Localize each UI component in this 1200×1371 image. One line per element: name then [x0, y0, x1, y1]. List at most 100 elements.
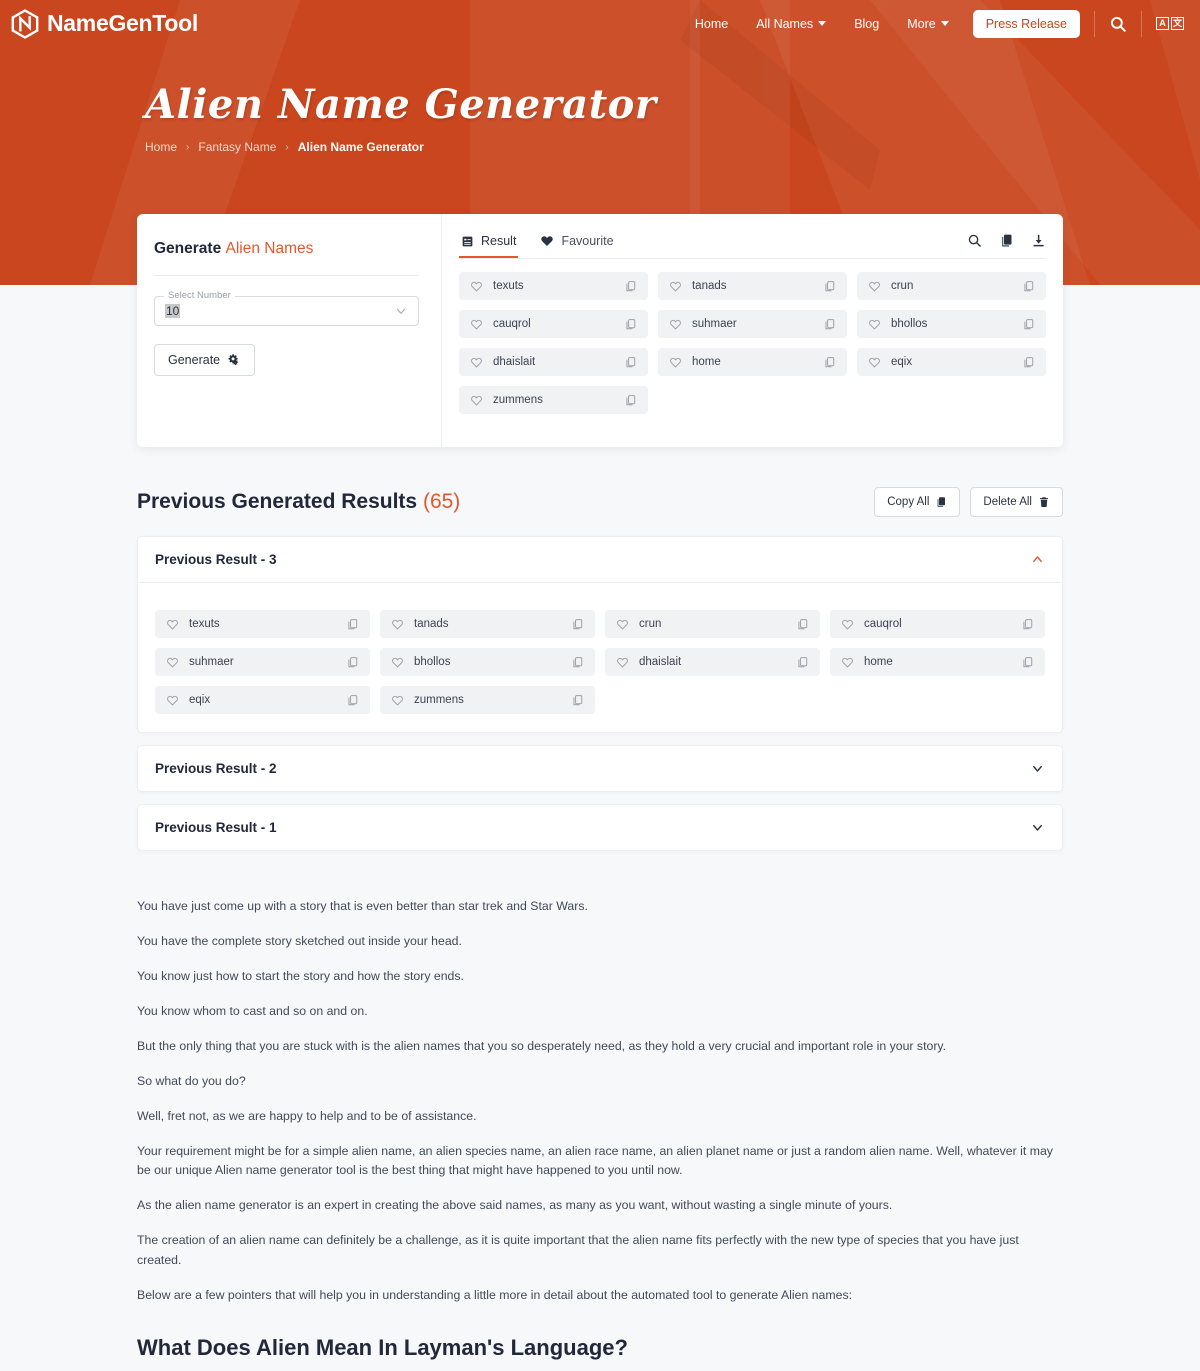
article-paragraph: The creation of an alien name can defini…: [137, 1233, 1019, 1267]
name-chip[interactable]: eqix: [155, 686, 370, 714]
favourite-toggle-icon[interactable]: [166, 656, 179, 669]
accordion-toggle-icon[interactable]: [1030, 761, 1045, 776]
copy-name-button[interactable]: [1006, 318, 1035, 331]
heart-outline-icon: [167, 695, 178, 706]
name-chip[interactable]: eqix: [856, 348, 1046, 376]
results-tabs: Result Favourite: [459, 230, 1046, 259]
heart-outline-icon: [471, 319, 482, 330]
accordion-body: texuts tanads crun cauqrol suhmaer bhollos dha…: [138, 582, 1062, 732]
breadcrumb-item-fantasy-name[interactable]: Fantasy Name: [198, 140, 276, 154]
accordion-label: Previous Result - 2: [155, 761, 277, 776]
copy-results-button[interactable]: [999, 233, 1014, 248]
name-chip[interactable]: dhaislait: [605, 648, 820, 676]
favourite-toggle-icon[interactable]: [868, 318, 881, 331]
name-chip[interactable]: suhmaer: [155, 648, 370, 676]
favourite-toggle-icon[interactable]: [616, 618, 629, 631]
copy-name-button[interactable]: [1005, 618, 1034, 631]
name-chip[interactable]: home: [830, 648, 1045, 676]
nav-item-home[interactable]: Home: [681, 11, 742, 37]
copy-name-button[interactable]: [807, 356, 836, 369]
copy-name-button[interactable]: [330, 656, 359, 669]
copy-all-button[interactable]: Copy All: [874, 487, 961, 517]
favourite-toggle-icon[interactable]: [470, 394, 483, 407]
copy-name-button[interactable]: [807, 280, 836, 293]
name-chip[interactable]: cauqrol: [830, 610, 1045, 638]
name-chip-label: tanads: [414, 618, 449, 630]
copy-icon: [626, 394, 636, 405]
name-chip[interactable]: cauqrol: [459, 310, 648, 338]
name-chip-label: eqix: [890, 356, 913, 368]
copy-name-button[interactable]: [780, 618, 809, 631]
accordion-header[interactable]: Previous Result - 1: [138, 805, 1062, 850]
favourite-toggle-icon[interactable]: [470, 280, 483, 293]
delete-all-button[interactable]: Delete All: [970, 487, 1063, 517]
breadcrumb-separator: ›: [186, 141, 190, 153]
favourite-toggle-icon[interactable]: [669, 318, 682, 331]
favourite-toggle-icon[interactable]: [391, 694, 404, 707]
favourite-toggle-icon[interactable]: [470, 318, 483, 331]
breadcrumb-item-home[interactable]: Home: [145, 140, 177, 154]
copy-name-button[interactable]: [608, 394, 637, 407]
search-results-button[interactable]: [967, 233, 982, 248]
favourite-toggle-icon[interactable]: [868, 356, 881, 369]
language-switcher-button[interactable]: A 文: [1156, 17, 1184, 30]
select-number-field[interactable]: Select Number 10: [154, 290, 419, 326]
favourite-toggle-icon[interactable]: [166, 618, 179, 631]
name-chip[interactable]: texuts: [155, 610, 370, 638]
copy-name-button[interactable]: [608, 356, 637, 369]
copy-name-button[interactable]: [780, 656, 809, 669]
accordion-toggle-icon[interactable]: [1030, 552, 1045, 567]
name-chip[interactable]: zummens: [459, 386, 648, 414]
copy-name-button[interactable]: [555, 694, 584, 707]
nav-item-more[interactable]: More: [893, 11, 962, 37]
favourite-toggle-icon[interactable]: [616, 656, 629, 669]
name-chip[interactable]: home: [657, 348, 847, 376]
favourite-toggle-icon[interactable]: [391, 656, 404, 669]
copy-name-button[interactable]: [330, 618, 359, 631]
copy-name-button[interactable]: [555, 618, 584, 631]
tab-favourite[interactable]: Favourite: [538, 230, 615, 258]
search-button[interactable]: [1109, 15, 1127, 33]
name-chip[interactable]: bhollos: [856, 310, 1046, 338]
tab-result[interactable]: Result: [459, 230, 519, 258]
accordion-toggle-icon[interactable]: [1030, 820, 1045, 835]
name-chip[interactable]: crun: [605, 610, 820, 638]
favourite-toggle-icon[interactable]: [669, 356, 682, 369]
name-chip[interactable]: suhmaer: [657, 310, 847, 338]
copy-name-button[interactable]: [1006, 280, 1035, 293]
name-chip[interactable]: crun: [856, 272, 1046, 300]
favourite-toggle-icon[interactable]: [669, 280, 682, 293]
press-release-button[interactable]: Press Release: [972, 9, 1080, 38]
chevron-down-icon: [940, 21, 949, 26]
name-chip-label: crun: [890, 280, 914, 292]
accordion-header[interactable]: Previous Result - 3: [138, 537, 1062, 582]
generate-button[interactable]: Generate: [154, 344, 256, 376]
favourite-toggle-icon[interactable]: [841, 656, 854, 669]
heart-outline-icon: [167, 657, 178, 668]
name-chip[interactable]: texuts: [459, 272, 648, 300]
nav-item-blog[interactable]: Blog: [840, 11, 893, 37]
favourite-toggle-icon[interactable]: [470, 356, 483, 369]
site-logo[interactable]: NameGenTool: [10, 8, 198, 39]
copy-name-button[interactable]: [1006, 356, 1035, 369]
copy-name-button[interactable]: [555, 656, 584, 669]
accordion-header[interactable]: Previous Result - 2: [138, 746, 1062, 791]
copy-icon: [938, 497, 946, 507]
name-chip[interactable]: zummens: [380, 686, 595, 714]
name-chip[interactable]: bhollos: [380, 648, 595, 676]
copy-name-button[interactable]: [1005, 656, 1034, 669]
copy-icon: [1002, 234, 1012, 246]
name-chip[interactable]: tanads: [657, 272, 847, 300]
copy-name-button[interactable]: [608, 280, 637, 293]
name-chip[interactable]: tanads: [380, 610, 595, 638]
copy-name-button[interactable]: [330, 694, 359, 707]
nav-item-all-names[interactable]: All Names: [742, 11, 840, 37]
download-results-button[interactable]: [1031, 233, 1046, 248]
favourite-toggle-icon[interactable]: [166, 694, 179, 707]
favourite-toggle-icon[interactable]: [391, 618, 404, 631]
favourite-toggle-icon[interactable]: [868, 280, 881, 293]
name-chip[interactable]: dhaislait: [459, 348, 648, 376]
copy-name-button[interactable]: [807, 318, 836, 331]
copy-name-button[interactable]: [608, 318, 637, 331]
favourite-toggle-icon[interactable]: [841, 618, 854, 631]
